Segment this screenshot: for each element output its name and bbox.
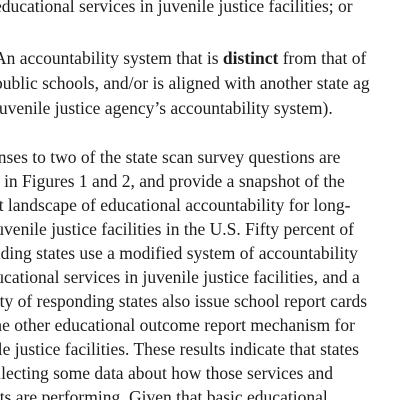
paragraph-text: for educational services in juvenile jus…	[0, 267, 360, 287]
list-item-line-2: public schools, and/or is aligned with a…	[0, 73, 370, 93]
list-item-text-before: An accountability system that is	[0, 48, 223, 68]
paragraph-line: juvenile justice facilities. These resul…	[0, 339, 359, 359]
paragraph-text: or some other educational outcome report…	[0, 315, 355, 335]
paragraph-line: Responses to two of the state scan surve…	[0, 147, 341, 167]
paragraph-text: responding states use a modified system …	[0, 243, 358, 263]
paragraph-line: students are performing. Given that basi…	[0, 387, 328, 400]
list-item-bold-word: distinct	[222, 48, 279, 68]
document-page: educational services in juvenile justice…	[0, 0, 400, 400]
list-item-text: public schools, and/or is aligned with a…	[0, 73, 370, 93]
list-item-text: juvenile justice agency’s accountability…	[0, 98, 333, 118]
paragraph-line: for educational services in juvenile jus…	[0, 267, 360, 287]
preceding-text-line: educational services in juvenile justice…	[0, 0, 353, 16]
paragraph-line: majority of responding states also issue…	[0, 291, 368, 311]
preceding-text: educational services in juvenile justice…	[0, 0, 353, 16]
list-item-text-after: from that of	[278, 48, 367, 68]
paragraph-text: current landscape of educational account…	[0, 195, 351, 215]
paragraph-text: juvenile justice facilities. These resul…	[0, 339, 359, 359]
paragraph-line: current landscape of educational account…	[0, 195, 351, 215]
paragraph-line: are collecting some data about how those…	[0, 363, 334, 383]
list-item-line-1: An accountability system that is distinc…	[0, 48, 367, 68]
paragraph-line: responding states use a modified system …	[0, 243, 358, 263]
paragraph-text: Responses to two of the state scan surve…	[0, 147, 341, 167]
paragraph-text: are collecting some data about how those…	[0, 363, 334, 383]
paragraph-text: students are performing. Given that basi…	[0, 387, 328, 400]
paragraph-text: term juvenile justice facilities in the …	[0, 219, 354, 239]
paragraph-line: shown in Figures 1 and 2, and provide a …	[0, 171, 345, 191]
paragraph-text: majority of responding states also issue…	[0, 291, 368, 311]
paragraph-line: or some other educational outcome report…	[0, 315, 355, 335]
list-item-line-3: juvenile justice agency’s accountability…	[0, 98, 333, 118]
paragraph-line: term juvenile justice facilities in the …	[0, 219, 354, 239]
paragraph-text: shown in Figures 1 and 2, and provide a …	[0, 171, 345, 191]
